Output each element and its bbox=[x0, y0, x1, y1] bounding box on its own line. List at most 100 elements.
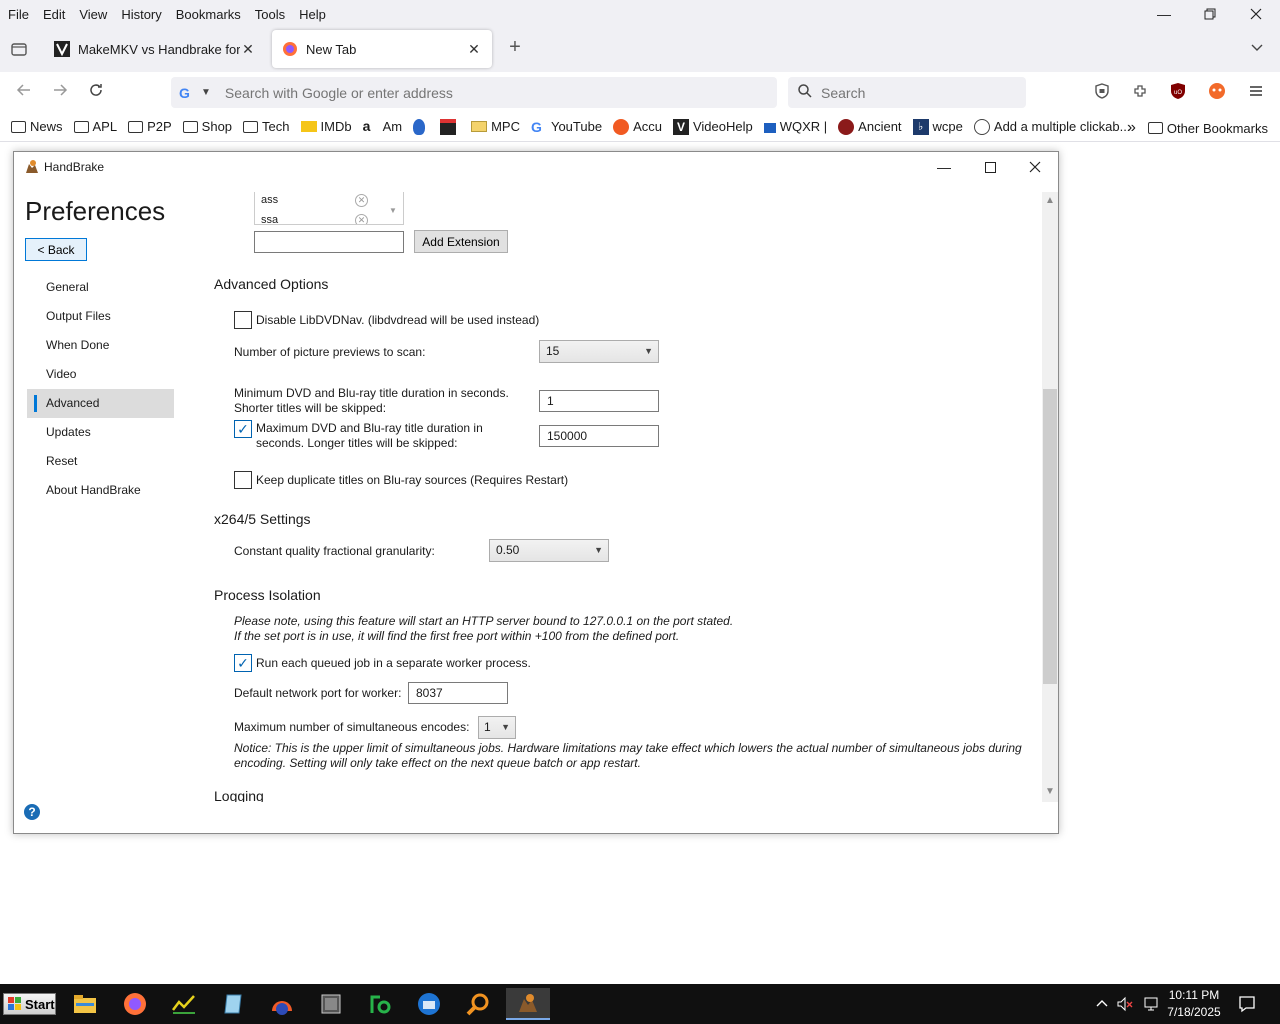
nav-item-general[interactable]: General bbox=[27, 273, 174, 302]
fo-app-icon[interactable] bbox=[360, 988, 400, 1020]
tab-close-icon[interactable]: ✕ bbox=[466, 41, 482, 58]
scrollbar-thumb[interactable] bbox=[1043, 389, 1057, 684]
chevron-down-icon[interactable]: ▼ bbox=[201, 87, 211, 98]
add-extension-button[interactable]: Add Extension bbox=[414, 230, 508, 253]
remove-extension-icon[interactable]: ✕ bbox=[355, 194, 368, 207]
reload-icon[interactable] bbox=[86, 82, 106, 102]
min-duration-input[interactable]: 1 bbox=[539, 390, 659, 412]
tab-list-icon[interactable] bbox=[10, 40, 30, 60]
notice-line: Notice: This is the upper limit of simul… bbox=[234, 741, 1022, 755]
start-button[interactable]: Start bbox=[3, 993, 56, 1015]
port-input[interactable]: 8037 bbox=[408, 682, 508, 704]
bookmark-wcpe[interactable]: ♭ wcpe bbox=[912, 118, 963, 135]
nav-item-updates[interactable]: Updates bbox=[27, 418, 174, 447]
magnifier-icon[interactable] bbox=[458, 988, 498, 1020]
close-icon[interactable] bbox=[1012, 152, 1058, 182]
chevron-down-icon[interactable] bbox=[1250, 40, 1270, 60]
minimize-icon[interactable]: — bbox=[1141, 0, 1187, 28]
help-icon[interactable]: ? bbox=[24, 804, 40, 820]
maximize-icon[interactable] bbox=[967, 152, 1013, 182]
nav-item-when-done[interactable]: When Done bbox=[27, 331, 174, 360]
menu-view[interactable]: View bbox=[77, 7, 109, 22]
menu-file[interactable]: File bbox=[6, 7, 31, 22]
remove-extension-icon[interactable]: ✕ bbox=[355, 214, 368, 224]
restore-icon[interactable] bbox=[1187, 0, 1233, 28]
port-label: Default network port for worker: bbox=[234, 686, 402, 700]
bookmark-p2p[interactable]: P2P bbox=[128, 119, 172, 134]
thunderbird-icon[interactable] bbox=[409, 988, 449, 1020]
nav-item-video[interactable]: Video bbox=[27, 360, 174, 389]
scroll-down-icon[interactable]: ▼ bbox=[1045, 786, 1055, 797]
disc-burner-icon[interactable] bbox=[262, 988, 302, 1020]
minimize-icon[interactable]: — bbox=[921, 152, 967, 182]
max-duration-checkbox[interactable]: ✓ bbox=[234, 420, 252, 438]
extension-input[interactable] bbox=[254, 231, 404, 253]
fox-extension-icon[interactable] bbox=[1208, 82, 1228, 102]
show-hidden-icons[interactable] bbox=[1095, 984, 1109, 1024]
network-icon[interactable] bbox=[1142, 984, 1160, 1024]
new-tab-plus-icon[interactable]: + bbox=[505, 37, 525, 58]
vertical-scrollbar[interactable]: ▲ ▼ bbox=[1042, 192, 1058, 802]
other-bookmarks[interactable]: Other Bookmarks bbox=[1147, 121, 1268, 136]
notification-center-icon[interactable] bbox=[1238, 984, 1256, 1024]
handbrake-taskbar-icon[interactable] bbox=[506, 988, 550, 1020]
stock-chart-icon[interactable] bbox=[164, 988, 204, 1020]
disable-libdvdnav-checkbox[interactable] bbox=[234, 311, 252, 329]
bookmark-apl[interactable]: APL bbox=[73, 119, 117, 134]
menu-history[interactable]: History bbox=[119, 7, 163, 22]
nav-item-output-files[interactable]: Output Files bbox=[27, 302, 174, 331]
bookmark-ancient[interactable]: Ancient bbox=[838, 118, 902, 135]
menu-bookmarks[interactable]: Bookmarks bbox=[174, 7, 243, 22]
previews-select[interactable]: 15 ▼ bbox=[539, 340, 659, 363]
notepad-icon[interactable] bbox=[213, 988, 253, 1020]
bookmark-videohelp[interactable]: V VideoHelp bbox=[672, 118, 753, 135]
tab-new-tab[interactable]: New Tab ✕ bbox=[272, 30, 492, 68]
bookmark-accu[interactable]: Accu bbox=[613, 118, 662, 135]
bookmark-imdb[interactable]: IMDb bbox=[300, 119, 352, 134]
bookmark-news[interactable]: News bbox=[11, 119, 63, 134]
bookmark-tech[interactable]: Tech bbox=[243, 119, 290, 134]
menu-help[interactable]: Help bbox=[297, 7, 328, 22]
bookmark-bag[interactable] bbox=[440, 118, 460, 135]
tab-makemkv[interactable]: MakeMKV vs Handbrake for DVD ✕ bbox=[44, 30, 266, 68]
bookmark-mpc[interactable]: MPC bbox=[471, 119, 520, 134]
url-input[interactable] bbox=[224, 84, 725, 101]
extension-list[interactable]: ass ✕ ssa ✕ ▼ bbox=[254, 192, 404, 225]
search-bar[interactable] bbox=[788, 77, 1026, 108]
bookmark-shop[interactable]: Shop bbox=[182, 119, 232, 134]
max-encodes-select[interactable]: 1 ▼ bbox=[478, 716, 516, 739]
forward-arrow-icon[interactable] bbox=[50, 82, 70, 102]
nav-item-about[interactable]: About HandBrake bbox=[27, 476, 174, 505]
close-icon[interactable] bbox=[1233, 0, 1279, 28]
scroll-up-icon[interactable]: ▲ bbox=[1045, 195, 1055, 206]
url-bar[interactable]: G ▼ bbox=[171, 77, 777, 108]
bookmark-shield[interactable] bbox=[413, 118, 429, 135]
search-input[interactable] bbox=[821, 84, 1011, 101]
back-button[interactable]: < Back bbox=[25, 238, 87, 261]
hamburger-menu-icon[interactable] bbox=[1247, 82, 1267, 102]
firefox-icon[interactable] bbox=[115, 988, 155, 1020]
tab-close-icon[interactable]: ✕ bbox=[240, 41, 256, 58]
bookmark-youtube[interactable]: G YouTube bbox=[531, 119, 602, 135]
menu-edit[interactable]: Edit bbox=[41, 7, 67, 22]
shield-icon[interactable] bbox=[1093, 82, 1113, 102]
ublock-icon[interactable]: uO bbox=[1169, 82, 1189, 102]
worker-process-checkbox[interactable]: ✓ bbox=[234, 654, 252, 672]
nav-item-advanced[interactable]: Advanced bbox=[27, 389, 174, 418]
chevron-right-icon[interactable]: » bbox=[1127, 119, 1136, 137]
file-explorer-icon[interactable] bbox=[65, 988, 105, 1020]
keep-duplicates-checkbox[interactable] bbox=[234, 471, 252, 489]
nav-item-reset[interactable]: Reset bbox=[27, 447, 174, 476]
system-clock[interactable]: 10:11 PM 7/18/2025 bbox=[1160, 987, 1228, 1021]
bookmark-amazon[interactable]: a Am bbox=[363, 119, 403, 135]
bookmark-wqxr[interactable]: WQXR | bbox=[763, 119, 827, 134]
menu-tools[interactable]: Tools bbox=[253, 7, 287, 22]
bookmark-multiple-click[interactable]: Add a multiple clickab... bbox=[973, 118, 1130, 135]
back-arrow-icon[interactable] bbox=[14, 82, 34, 102]
app-window-icon[interactable] bbox=[311, 988, 351, 1020]
volume-muted-icon[interactable] bbox=[1116, 984, 1134, 1024]
granularity-select[interactable]: 0.50 ▼ bbox=[489, 539, 609, 562]
extensions-icon[interactable] bbox=[1131, 82, 1151, 102]
max-duration-input[interactable]: 150000 bbox=[539, 425, 659, 447]
chevron-down-icon[interactable]: ▼ bbox=[389, 206, 397, 215]
